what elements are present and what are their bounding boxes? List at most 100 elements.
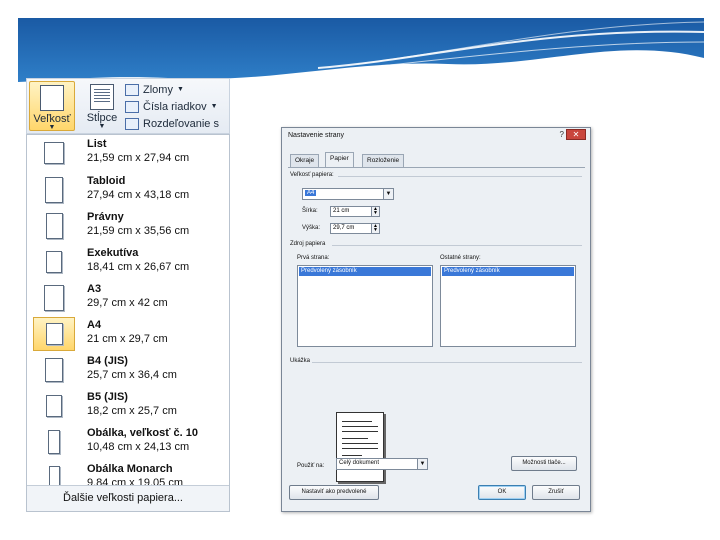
apply-to-label: Použiť na: bbox=[297, 463, 325, 469]
paper-size-dimensions: 9,84 cm x 19,05 cm bbox=[87, 477, 183, 485]
width-spinner[interactable]: 21 cm ▲ ▼ bbox=[330, 206, 380, 217]
paper-thumbnail-frame bbox=[33, 317, 75, 351]
page-icon bbox=[44, 142, 64, 164]
first-page-tray-item[interactable]: Predvolený zásobník bbox=[299, 267, 431, 276]
paper-size-name: Právny bbox=[87, 211, 124, 223]
size-button[interactable]: Veľkosť ▼ bbox=[29, 81, 75, 131]
apply-to-select[interactable]: Celý dokument ▼ bbox=[336, 458, 428, 470]
paper-size-name: List bbox=[87, 138, 107, 150]
paper-size-dimensions: 18,41 cm x 26,67 cm bbox=[87, 261, 190, 273]
other-pages-tray-list[interactable]: Predvolený zásobník bbox=[440, 265, 576, 347]
paper-size-dimensions: 21,59 cm x 35,56 cm bbox=[87, 225, 190, 237]
paper-thumbnail-frame bbox=[33, 136, 75, 170]
paper-size-item[interactable]: B4 (JIS) 25,7 cm x 36,4 cm bbox=[31, 353, 225, 387]
paper-size-name: A3 bbox=[87, 283, 102, 295]
paper-size-dimensions: 18,2 cm x 25,7 cm bbox=[87, 405, 177, 417]
tab-margins[interactable]: Okraje bbox=[290, 154, 320, 167]
paper-size-item[interactable]: Obálka Monarch 9,84 cm x 19,05 cm bbox=[31, 461, 225, 485]
page-icon bbox=[44, 285, 64, 311]
group-divider bbox=[332, 245, 582, 246]
paper-size-item[interactable]: List 21,59 cm x 27,94 cm bbox=[31, 136, 225, 170]
height-spinner[interactable]: 29,7 cm ▲ ▼ bbox=[330, 223, 380, 234]
paper-size-name: Exekutíva bbox=[87, 247, 139, 259]
set-as-default-button[interactable]: Nastaviť ako predvolené bbox=[289, 485, 379, 500]
more-paper-sizes-label: Ďalšie veľkosti papiera... bbox=[63, 492, 183, 504]
other-pages-label: Ostatné strany: bbox=[440, 255, 481, 261]
line-numbers-icon bbox=[125, 100, 139, 113]
first-page-tray-list[interactable]: Predvolený zásobník bbox=[297, 265, 433, 347]
paper-tab-panel: Veľkosť papiera: A4 ▼ Šírka: 21 cm ▲ ▼ Vý… bbox=[288, 167, 585, 482]
paper-size-list: List 21,59 cm x 27,94 cm Tabloid 27,94 cm x… bbox=[27, 135, 229, 485]
line-numbers-label: Čísla riadkov bbox=[143, 100, 207, 113]
more-paper-sizes-button[interactable]: Ďalšie veľkosti papiera... bbox=[27, 485, 229, 511]
height-label: Výška: bbox=[302, 225, 321, 231]
paper-size-item[interactable]: Exekutíva 18,41 cm x 26,67 cm bbox=[31, 245, 225, 279]
paper-size-item[interactable]: Obálka, veľkosť č. 10 10,48 cm x 24,13 cm bbox=[31, 425, 225, 459]
paper-size-item[interactable]: A4 21 cm x 29,7 cm bbox=[31, 317, 225, 351]
paper-size-item[interactable]: Tabloid 27,94 cm x 43,18 cm bbox=[31, 173, 225, 207]
preview-group-label: Ukážka bbox=[290, 358, 311, 364]
width-value: 21 cm bbox=[333, 208, 350, 214]
chevron-down-icon: ▼ bbox=[48, 124, 56, 131]
apply-to-value: Celý dokument bbox=[339, 460, 380, 466]
paper-size-dimensions: 10,48 cm x 24,13 cm bbox=[87, 441, 190, 453]
paper-thumbnail-frame bbox=[33, 245, 75, 279]
help-icon[interactable]: ? bbox=[560, 130, 564, 139]
other-pages-tray-item[interactable]: Predvolený zásobník bbox=[442, 267, 574, 276]
hyphenation-button[interactable]: Rozdeľovanie s bbox=[125, 115, 219, 132]
ok-button[interactable]: OK bbox=[478, 485, 526, 500]
chevron-down-icon: ▼ bbox=[98, 123, 106, 130]
paper-size-item[interactable]: Právny 21,59 cm x 35,56 cm bbox=[31, 209, 225, 243]
spin-arrows-icon[interactable]: ▲ ▼ bbox=[371, 207, 379, 216]
group-divider bbox=[312, 362, 582, 363]
page-layout-ribbon: Veľkosť ▼ Stĺpce ▼ Zlomy ▼ Čísla riadkov… bbox=[26, 78, 230, 134]
breaks-button[interactable]: Zlomy ▼ bbox=[125, 81, 184, 98]
paper-size-item[interactable]: A3 29,7 cm x 42 cm bbox=[31, 281, 225, 315]
paper-thumbnail-frame bbox=[33, 173, 75, 207]
paper-size-item[interactable]: B5 (JIS) 18,2 cm x 25,7 cm bbox=[31, 389, 225, 423]
paper-size-gallery: List 21,59 cm x 27,94 cm Tabloid 27,94 cm x… bbox=[26, 134, 230, 512]
page-icon bbox=[45, 323, 63, 345]
print-options-button[interactable]: Možnosti tlače... bbox=[511, 456, 577, 471]
breaks-label: Zlomy bbox=[143, 83, 173, 96]
paper-size-select[interactable]: A4 ▼ bbox=[302, 188, 394, 200]
page-preview bbox=[336, 412, 384, 482]
paper-size-dimensions: 21,59 cm x 27,94 cm bbox=[87, 152, 190, 164]
chevron-down-icon: ▼ bbox=[383, 189, 393, 199]
columns-button[interactable]: Stĺpce ▼ bbox=[79, 81, 125, 131]
hyphenation-icon bbox=[125, 117, 139, 130]
close-icon[interactable]: ✕ bbox=[566, 129, 586, 140]
paper-thumbnail-frame bbox=[33, 425, 75, 459]
tab-paper[interactable]: Papier bbox=[325, 152, 354, 168]
paper-size-value: A4 bbox=[305, 190, 317, 196]
paper-thumbnail-frame bbox=[33, 281, 75, 315]
paper-thumbnail-frame bbox=[33, 209, 75, 243]
page-size-icon bbox=[40, 85, 64, 111]
paper-size-name: Obálka, veľkosť č. 10 bbox=[87, 427, 199, 439]
paper-thumbnail-frame bbox=[33, 461, 75, 485]
tab-layout[interactable]: Rozloženie bbox=[362, 154, 405, 167]
page-icon bbox=[46, 395, 62, 417]
columns-icon bbox=[90, 84, 114, 110]
height-value: 29,7 cm bbox=[333, 225, 355, 231]
paper-size-dimensions: 29,7 cm x 42 cm bbox=[87, 297, 168, 309]
group-divider bbox=[338, 176, 582, 177]
page-setup-dialog: Nastavenie strany ? ✕ Okraje Papier Rozl… bbox=[281, 127, 591, 512]
paper-size-name: B4 (JIS) bbox=[87, 355, 128, 367]
paper-size-dimensions: 21 cm x 29,7 cm bbox=[87, 333, 168, 345]
paper-thumbnail-frame bbox=[33, 353, 75, 387]
page-icon bbox=[48, 466, 60, 485]
dialog-title: Nastavenie strany bbox=[288, 132, 345, 139]
page-icon bbox=[45, 177, 63, 203]
paper-size-dimensions: 25,7 cm x 36,4 cm bbox=[87, 369, 177, 381]
page-icon bbox=[46, 251, 62, 273]
paper-size-name: Tabloid bbox=[87, 175, 126, 187]
first-page-label: Prvá strana: bbox=[297, 255, 330, 261]
cancel-button[interactable]: Zrušiť bbox=[532, 485, 580, 500]
width-label: Šírka: bbox=[302, 208, 318, 214]
paper-size-name: Obálka Monarch bbox=[87, 463, 173, 475]
paper-source-group-label: Zdroj papiera bbox=[290, 241, 326, 247]
spin-arrows-icon[interactable]: ▲ ▼ bbox=[371, 224, 379, 233]
breaks-icon bbox=[125, 83, 139, 96]
line-numbers-button[interactable]: Čísla riadkov ▼ bbox=[125, 98, 218, 115]
